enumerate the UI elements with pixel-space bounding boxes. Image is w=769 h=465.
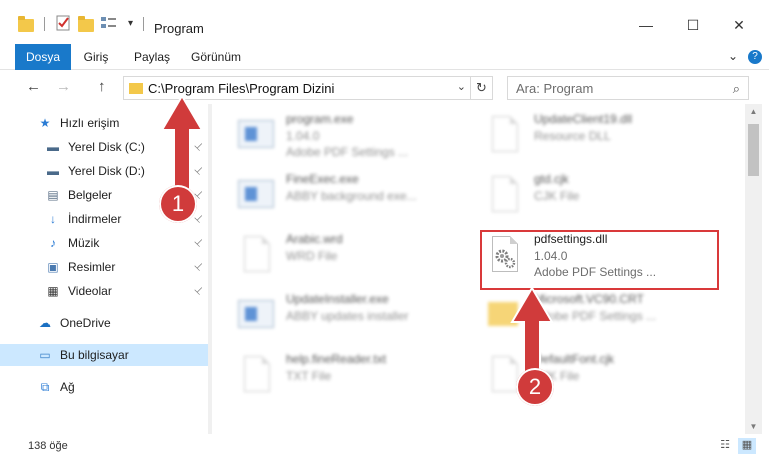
step-1-badge: 1 — [159, 185, 197, 223]
step-2-badge: 2 — [516, 368, 554, 406]
annotation-arrows — [160, 94, 554, 387]
